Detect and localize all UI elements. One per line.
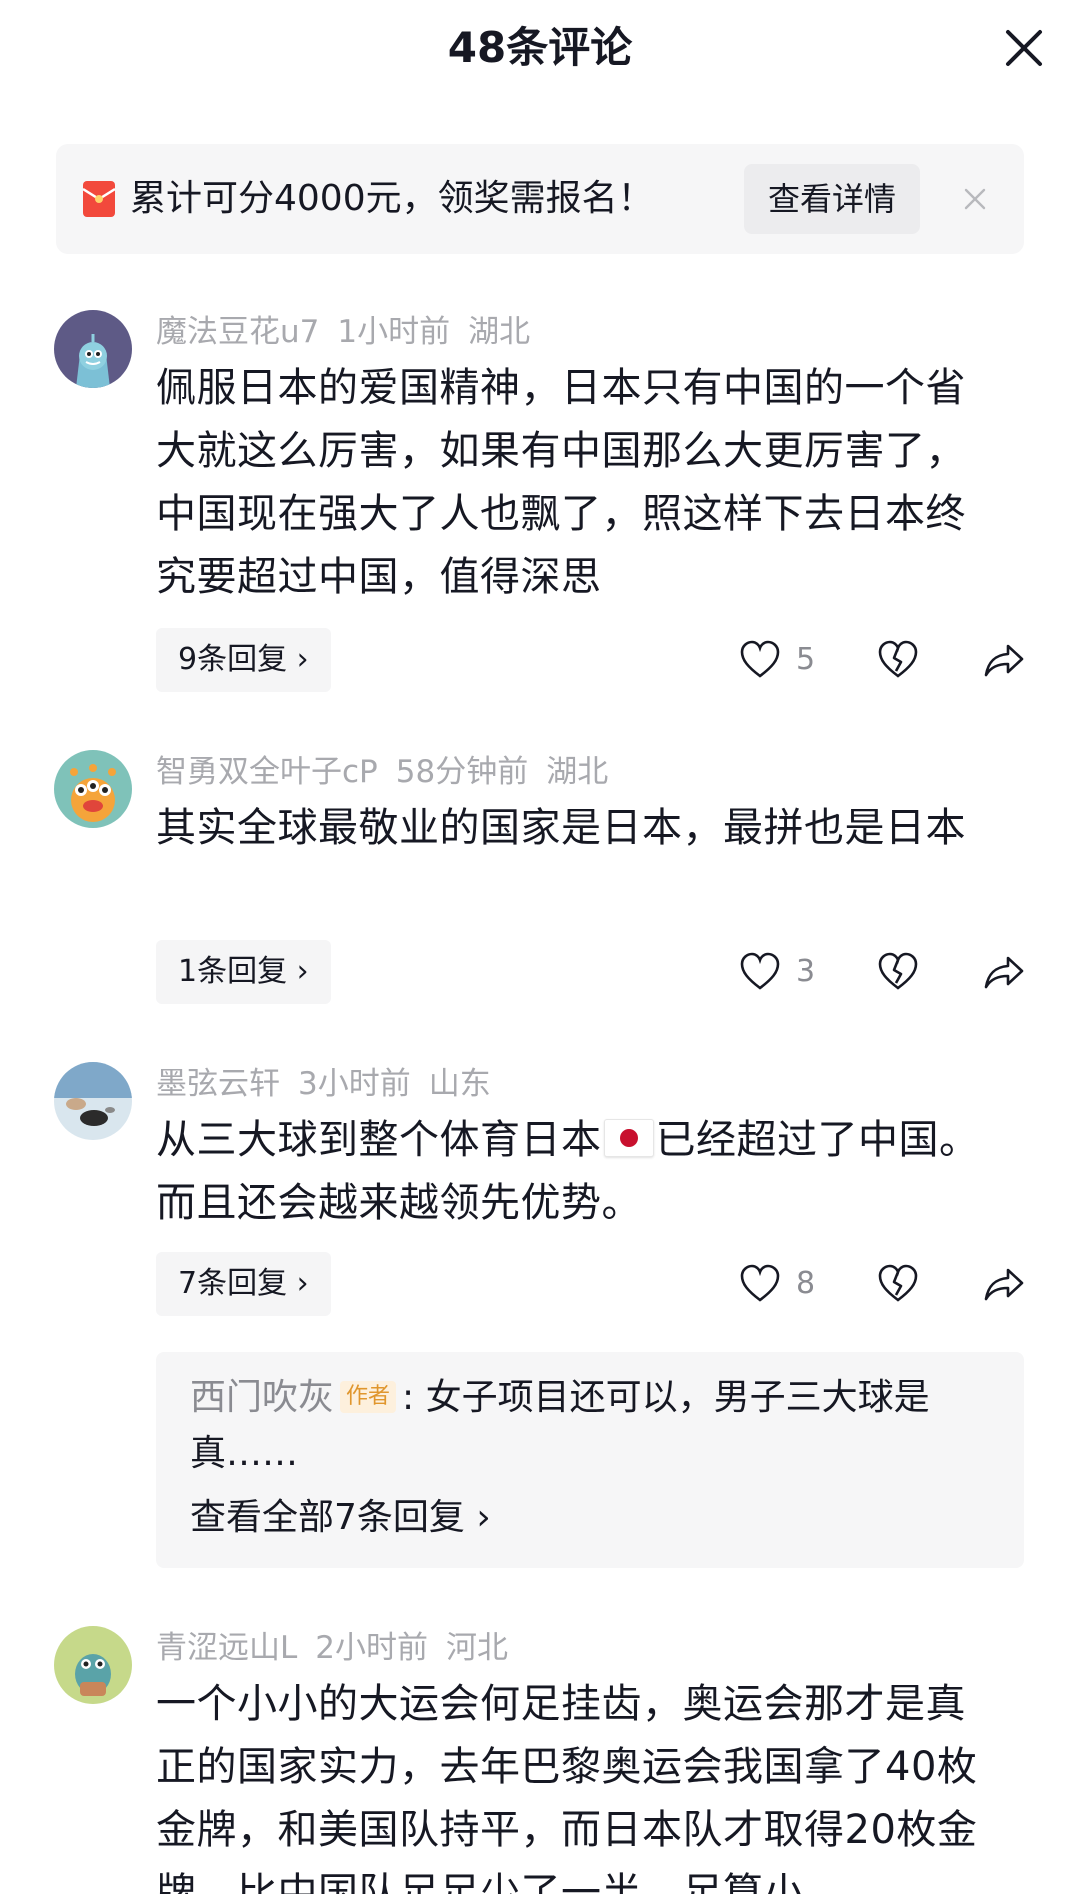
comment-location: 河北 xyxy=(446,1630,509,1666)
close-icon xyxy=(964,188,986,210)
comment-actions: 5 xyxy=(0,632,1080,692)
comment-text[interactable]: 从三大球到整个体育日本 已经超过了中国。而且还会越来越领先优势。 xyxy=(156,1109,1006,1235)
broken-heart-icon[interactable] xyxy=(876,1262,920,1306)
share-arrow-icon[interactable] xyxy=(982,638,1026,682)
avatar[interactable] xyxy=(54,750,132,828)
username[interactable]: 墨弦云轩 xyxy=(156,1066,280,1102)
comment-actions: 3 xyxy=(0,944,1080,1004)
heart-icon[interactable] xyxy=(738,1262,782,1306)
comment-location: 湖北 xyxy=(468,314,531,350)
like-count: 5 xyxy=(796,642,816,677)
comments-page: 48条评论 累计可分4000元，领奖需报名！ 查看详情 魔法豆花u7 1小时前 … xyxy=(0,0,1080,1894)
comment-meta: 墨弦云轩 3小时前 山东 xyxy=(156,1064,509,1104)
photo-avatar-icon xyxy=(54,1062,132,1140)
avatar[interactable] xyxy=(54,1626,132,1704)
red-envelope-icon xyxy=(83,181,115,217)
page-title: 48条评论 xyxy=(447,23,633,72)
heart-icon[interactable] xyxy=(738,638,782,682)
promo-banner[interactable]: 累计可分4000元，领奖需报名！ 查看详情 xyxy=(56,144,1024,254)
comment-time: 3小时前 xyxy=(298,1066,411,1102)
close-button[interactable] xyxy=(998,22,1050,74)
comment-location: 湖北 xyxy=(546,754,609,790)
comment-meta: 魔法豆花u7 1小时前 湖北 xyxy=(156,312,548,352)
monster-avatar-icon xyxy=(54,310,132,388)
close-icon xyxy=(1006,30,1042,66)
japan-flag-emoji xyxy=(603,1119,654,1157)
avatar[interactable] xyxy=(54,1062,132,1140)
share-arrow-icon[interactable] xyxy=(982,950,1026,994)
banner-text: 累计可分4000元，领奖需报名！ xyxy=(130,178,654,219)
comment-text[interactable]: 佩服日本的爱国精神，日本只有中国的一个省大就这么厉害，如果有中国那么大更厉害了，… xyxy=(156,357,1006,609)
comment-text-part: 从三大球到整个体育日本 xyxy=(156,1117,602,1163)
reply-text: 西门吹灰 作者: 女子项目还可以，男子三大球是真…… xyxy=(190,1370,1000,1482)
top-reply-preview[interactable]: 西门吹灰 作者: 女子项目还可以，男子三大球是真…… 查看全部7条回复 › xyxy=(156,1352,1024,1568)
broken-heart-icon[interactable] xyxy=(876,638,920,682)
like-count: 8 xyxy=(796,1266,816,1301)
like-count: 3 xyxy=(796,954,816,989)
comment-time: 58分钟前 xyxy=(395,754,529,790)
comment-text[interactable]: 其实全球最敬业的国家是日本，最拼也是日本 xyxy=(156,797,1006,860)
avatar[interactable] xyxy=(54,310,132,388)
author-badge: 作者 xyxy=(340,1381,397,1413)
reply-author[interactable]: 西门吹灰 xyxy=(190,1377,334,1418)
username[interactable]: 青涩远山L xyxy=(156,1630,297,1666)
cartoon-avatar-icon xyxy=(54,1626,132,1704)
banner-close-button[interactable] xyxy=(956,180,994,218)
view-all-replies-link[interactable]: 查看全部7条回复 › xyxy=(190,1490,491,1546)
comment-time: 2小时前 xyxy=(315,1630,429,1666)
username[interactable]: 智勇双全叶子cP xyxy=(156,754,378,790)
heart-icon[interactable] xyxy=(738,950,782,994)
comments-header: 48条评论 xyxy=(0,0,1080,100)
alien-avatar-icon xyxy=(54,750,132,828)
view-details-button[interactable]: 查看详情 xyxy=(744,164,920,234)
comment-meta: 青涩远山L 2小时前 河北 xyxy=(156,1628,526,1668)
broken-heart-icon[interactable] xyxy=(876,950,920,994)
comment-time: 1小时前 xyxy=(337,314,451,350)
username[interactable]: 魔法豆花u7 xyxy=(156,314,319,350)
comment-text[interactable]: 一个小小的大运会何足挂齿，奥运会那才是真正的国家实力，去年巴黎奥运会我国拿了40… xyxy=(156,1673,1006,1894)
share-arrow-icon[interactable] xyxy=(982,1262,1026,1306)
comment-actions: 8 xyxy=(0,1256,1080,1316)
comment-location: 山东 xyxy=(428,1066,491,1102)
comment-meta: 智勇双全叶子cP 58分钟前 湖北 xyxy=(156,752,626,792)
